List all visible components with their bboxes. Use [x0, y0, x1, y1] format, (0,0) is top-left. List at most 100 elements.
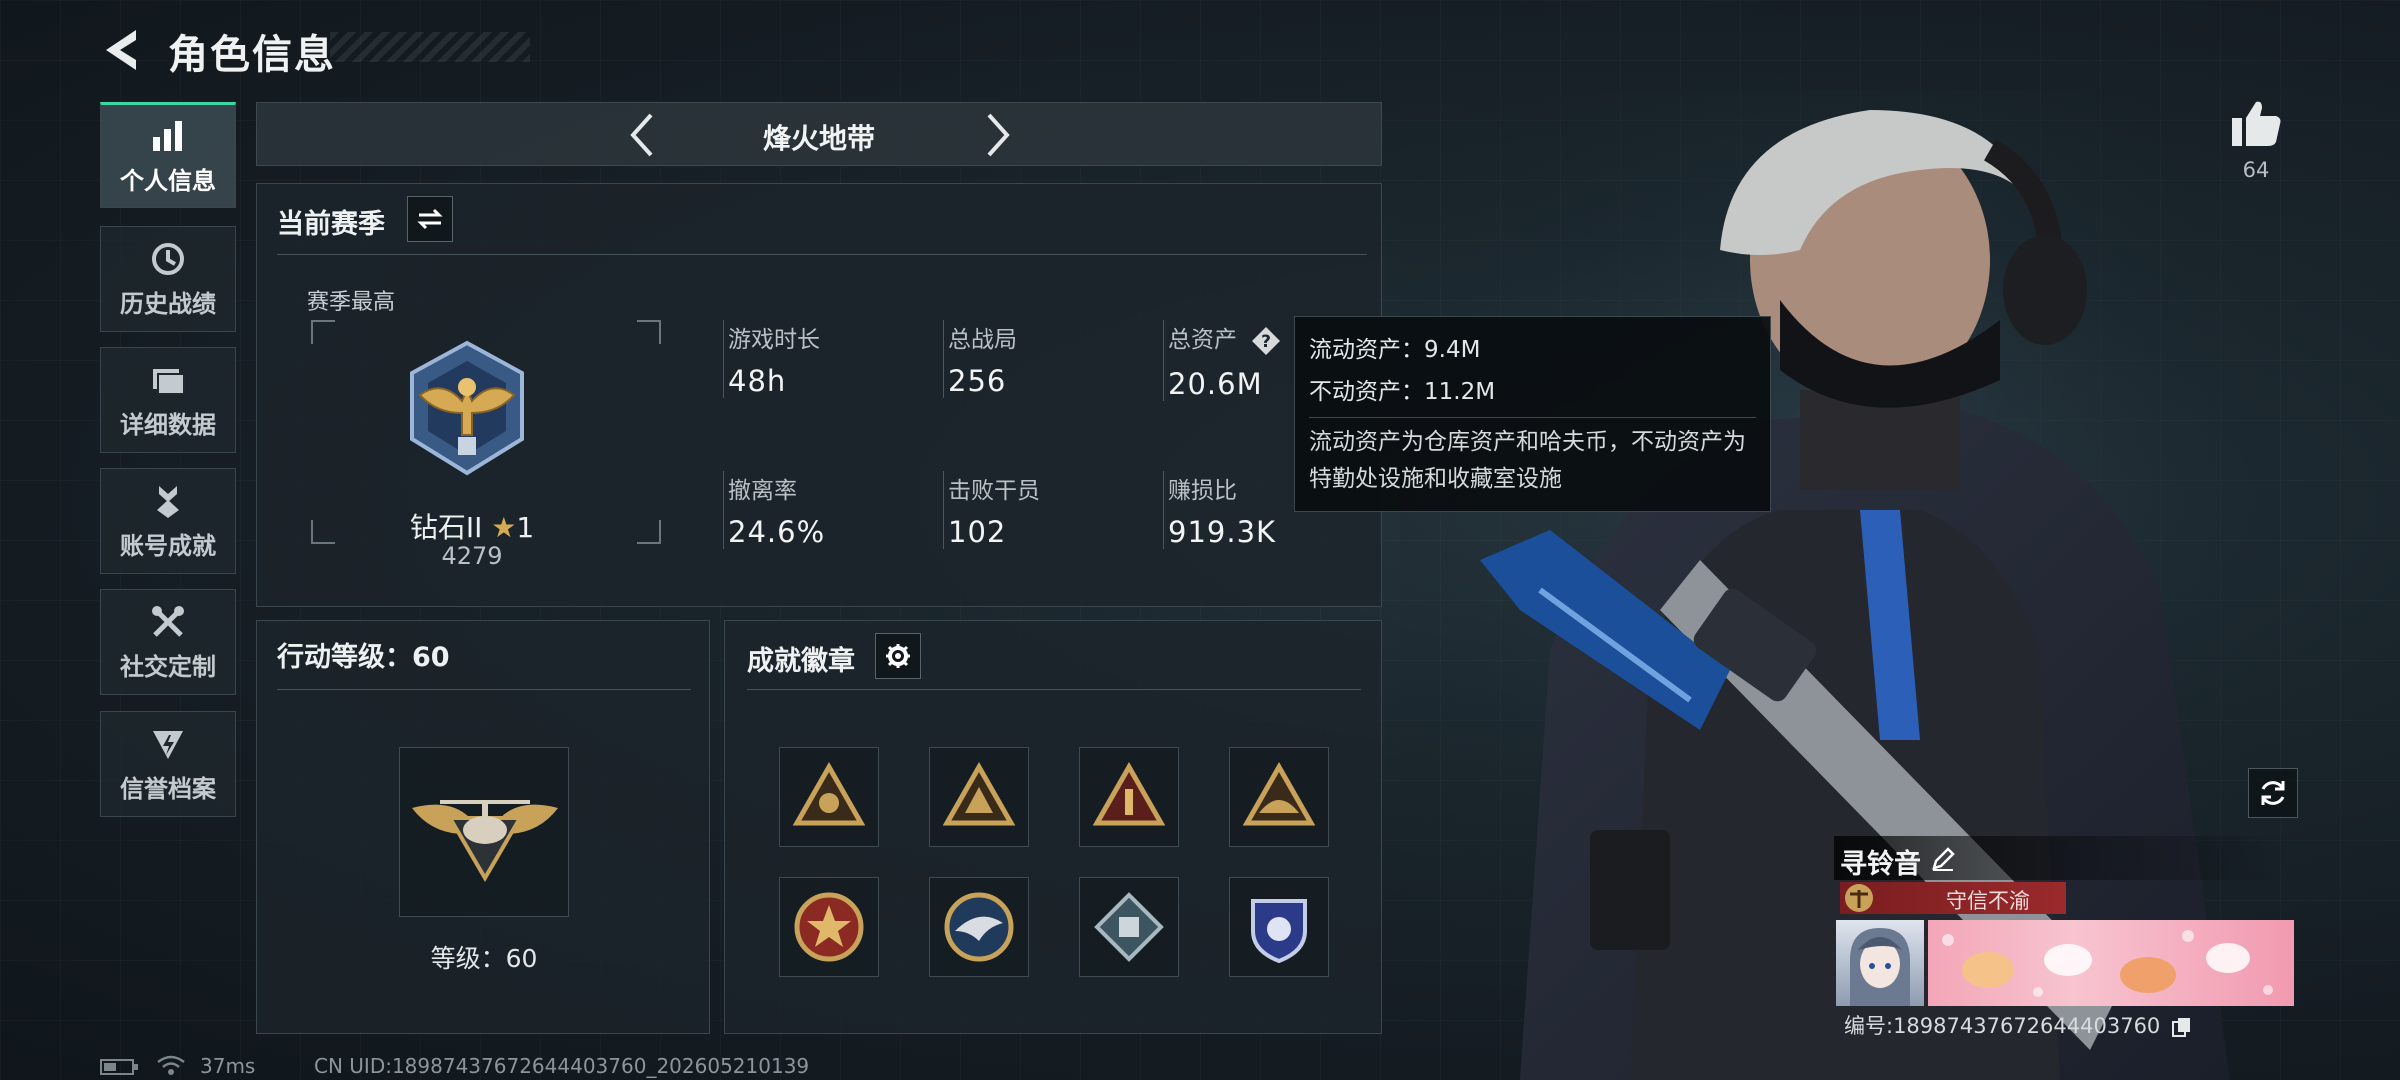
wifi-icon: [157, 1055, 185, 1075]
rotate-model-button[interactable]: [2248, 768, 2298, 818]
achievement-badge[interactable]: [779, 747, 879, 847]
refresh-icon: [2261, 781, 2285, 805]
uid-text: CN UID:18987437672644403760_202605210139: [314, 1054, 810, 1078]
profile-name-bar: 寻铃音: [1834, 836, 2294, 880]
sidebar-item-label: 历史战绩: [120, 289, 216, 318]
stat-value: 48h: [728, 364, 787, 398]
sidebar-item-label: 账号成就: [120, 531, 216, 560]
stat-play-time: 游戏时长 48h: [723, 320, 820, 398]
title-badge-text: 守信不渝: [1946, 889, 2030, 913]
rank-name: 钻石II: [409, 511, 483, 544]
shield-badge-icon: [1251, 899, 1307, 964]
stat-label: 赚损比: [1168, 478, 1237, 504]
bar-chart-icon: [153, 120, 182, 151]
sidebar-item-details[interactable]: 详细数据: [100, 347, 236, 453]
stat-label: 击败干员: [948, 478, 1040, 504]
divider: [747, 689, 1361, 690]
rank-name-row: 钻石II ★1: [317, 506, 627, 546]
sidebar-item-label: 信誉档案: [120, 774, 216, 803]
number-one-badge-icon: [1092, 761, 1166, 826]
player-name: 寻铃音: [1840, 849, 1921, 880]
edit-pencil-icon[interactable]: [1930, 846, 1956, 872]
achievement-badge[interactable]: [1229, 747, 1329, 847]
stat-label: 游戏时长: [728, 327, 820, 353]
tooltip-liquid-assets: 流动资产：9.4M: [1309, 337, 1481, 363]
achievement-badge[interactable]: [929, 747, 1029, 847]
stat-label-text: 总资产: [1168, 327, 1237, 353]
stat-value: 24.6%: [728, 515, 826, 549]
help-question-icon[interactable]: ?: [1250, 325, 1282, 357]
triangle-badge-icon: [942, 761, 1016, 826]
sidebar-item-achievements[interactable]: 账号成就: [100, 468, 236, 574]
medal-icon: [157, 485, 179, 518]
season-panel: 当前赛季 赛季最高 钻石II ★1 4279 游戏时长 48h 总战局 256 …: [256, 183, 1382, 607]
tooltip-fixed-assets: 不动资产：11.2M: [1309, 379, 1496, 405]
stat-value: 102: [948, 515, 1007, 549]
gear-icon: [886, 644, 910, 668]
copy-icon[interactable]: [2171, 1016, 2193, 1038]
divider: [277, 254, 1367, 255]
divider: [277, 689, 691, 690]
shield-bolt-icon: [153, 730, 183, 759]
achievement-badge[interactable]: [929, 877, 1029, 977]
player-id-text: 编号:18987437672644403760: [1844, 1014, 2161, 1038]
scales-badge-icon: [1845, 884, 1873, 912]
mode-title: 烽火地带: [762, 122, 875, 155]
sidebar-item-history[interactable]: 历史战绩: [100, 226, 236, 332]
season-switch-button[interactable]: [407, 196, 453, 242]
sidebar-item-label: 个人信息: [120, 166, 216, 195]
action-level-panel: 行动等级：60 等级：60: [256, 620, 710, 1034]
stat-operators-defeated: 击败干员 102: [943, 471, 1040, 549]
history-clock-icon: [152, 242, 184, 275]
sidebar-item-reputation[interactable]: 信誉档案: [100, 711, 236, 817]
frame-corner: [637, 320, 661, 344]
achievement-badge[interactable]: [1079, 747, 1179, 847]
tooltip-description: 流动资产为仓库资产和哈夫币，不动资产为特勤处设施和收藏室设施: [1309, 429, 1746, 492]
achievements-settings-button[interactable]: [875, 633, 921, 679]
stat-value: 256: [948, 364, 1007, 398]
level-emblem-frame: [399, 747, 569, 917]
tools-icon: [152, 605, 184, 637]
stat-label: 撤离率: [728, 478, 797, 504]
divider: [1309, 417, 1756, 418]
like-count: 64: [2242, 158, 2270, 182]
stat-total-assets: 总资产 ? 20.6M: [1163, 320, 1282, 401]
achievement-badge[interactable]: [1079, 877, 1179, 977]
cat-pattern-banner-icon: [1942, 930, 2273, 997]
name-card-banner[interactable]: [1928, 920, 2294, 1006]
eagle-round-badge-icon: [944, 892, 1014, 962]
frame-corner: [311, 320, 335, 344]
stat-label: 总战局: [948, 327, 1017, 353]
triangle-badge-icon: [792, 761, 866, 826]
folder-icon: [153, 368, 185, 395]
thumbs-up-icon[interactable]: [2230, 98, 2282, 148]
stat-extraction-rate: 撤离率 24.6%: [723, 471, 825, 549]
season-title: 当前赛季: [277, 209, 385, 240]
ping-value: 37ms: [200, 1054, 256, 1078]
diamond-badge-icon: [1094, 892, 1164, 962]
next-mode-arrow-icon[interactable]: [973, 111, 1021, 159]
sidebar-item-social[interactable]: 社交定制: [100, 589, 236, 695]
star-round-badge-icon: [794, 892, 864, 962]
page-title: 角色信息: [168, 32, 336, 78]
avatar[interactable]: [1836, 920, 1924, 1006]
title-decoration: [330, 32, 530, 62]
helicopter-wings-emblem-icon: [412, 800, 558, 882]
rank-star-icon: ★: [491, 511, 517, 544]
season-best-label: 赛季最高: [307, 290, 396, 315]
stat-label: 总资产 ?: [1168, 320, 1282, 357]
triangle-badge-icon: [1242, 761, 1316, 826]
assets-tooltip: 流动资产：9.4M 不动资产：11.2M 流动资产为仓库资产和哈夫币，不动资产为…: [1294, 316, 1771, 512]
achievement-badge[interactable]: [1229, 877, 1329, 977]
battery-icon: [100, 1059, 138, 1075]
achievement-badge[interactable]: [779, 877, 879, 977]
action-level-title: 行动等级：60: [277, 642, 450, 673]
diamond-rank-emblem-icon: [410, 340, 524, 476]
player-id: 编号:18987437672644403760: [1844, 1010, 2193, 1040]
back-arrow-icon[interactable]: [96, 24, 148, 76]
stat-profit-loss-ratio: 赚损比 919.3K: [1163, 471, 1276, 549]
title-badge: 守信不渝: [1840, 882, 2066, 914]
achievements-panel: 成就徽章: [724, 620, 1382, 1034]
sidebar-item-personal-info[interactable]: 个人信息: [100, 102, 236, 208]
mode-selector: 烽火地带: [256, 102, 1382, 166]
